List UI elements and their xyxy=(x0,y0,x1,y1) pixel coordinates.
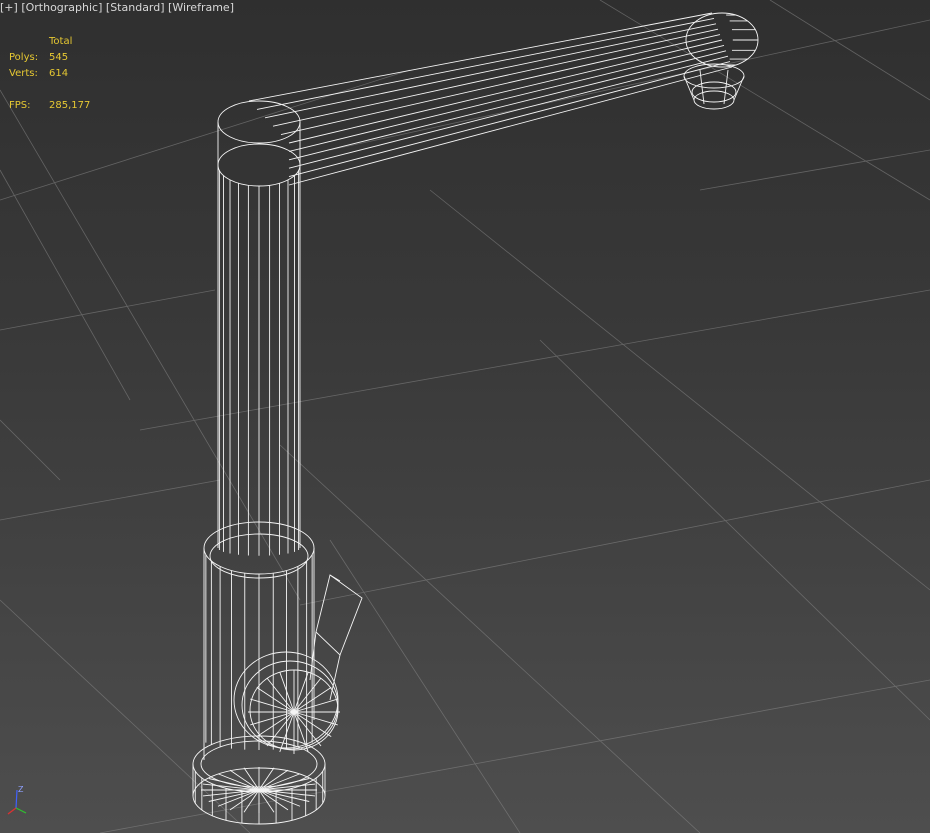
grid-line xyxy=(0,479,221,521)
axis-gizmo-icon: Z xyxy=(7,785,27,815)
x-axis-line xyxy=(7,807,17,815)
z-axis-label: Z xyxy=(18,785,24,794)
polys-label: Polys: xyxy=(9,52,39,63)
verts-label: Verts: xyxy=(9,68,38,79)
faucet-wireframe-model xyxy=(192,12,759,825)
grid-line xyxy=(769,0,930,101)
viewport-plus-menu[interactable]: [+] xyxy=(0,1,18,14)
viewport-label-menu: [+] [Orthographic] [Standard] [Wireframe… xyxy=(0,1,234,14)
grid-line xyxy=(279,444,701,833)
grid-line xyxy=(329,539,521,833)
grid-line xyxy=(599,0,930,201)
grid-line xyxy=(0,89,301,601)
handle-lever xyxy=(309,574,363,701)
grid-line xyxy=(299,479,930,606)
stats-header: Total xyxy=(49,36,73,47)
spout-arm xyxy=(248,12,759,186)
grid-line xyxy=(539,339,930,721)
y-axis-line xyxy=(15,807,27,814)
z-axis-line xyxy=(15,789,18,809)
statistics-overlay: Total Polys: 545 Verts: 614 FPS: 285,177 xyxy=(9,34,90,114)
grid-line xyxy=(0,289,216,331)
grid-line xyxy=(0,419,61,481)
grid-line xyxy=(699,149,930,191)
grid-line xyxy=(99,679,930,833)
viewport-canvas[interactable] xyxy=(0,0,930,833)
faucet-body xyxy=(203,521,315,760)
polys-value: 545 xyxy=(49,52,69,63)
grid-line xyxy=(0,169,131,401)
viewport-render-mode-menu[interactable]: [Wireframe] xyxy=(168,1,234,14)
fps-label: FPS: xyxy=(9,100,31,111)
viewport-shading-menu[interactable]: [Standard] xyxy=(106,1,165,14)
aerator xyxy=(683,63,745,110)
grid-line xyxy=(329,19,930,151)
vertical-pipe xyxy=(217,100,301,556)
viewport-view-menu[interactable]: [Orthographic] xyxy=(21,1,102,14)
viewport-orthographic[interactable]: [+] [Orthographic] [Standard] [Wireframe… xyxy=(0,0,930,833)
fps-value: 285,177 xyxy=(49,100,91,111)
verts-value: 614 xyxy=(49,68,69,79)
home-grid xyxy=(0,0,930,833)
grid-line xyxy=(139,289,930,431)
